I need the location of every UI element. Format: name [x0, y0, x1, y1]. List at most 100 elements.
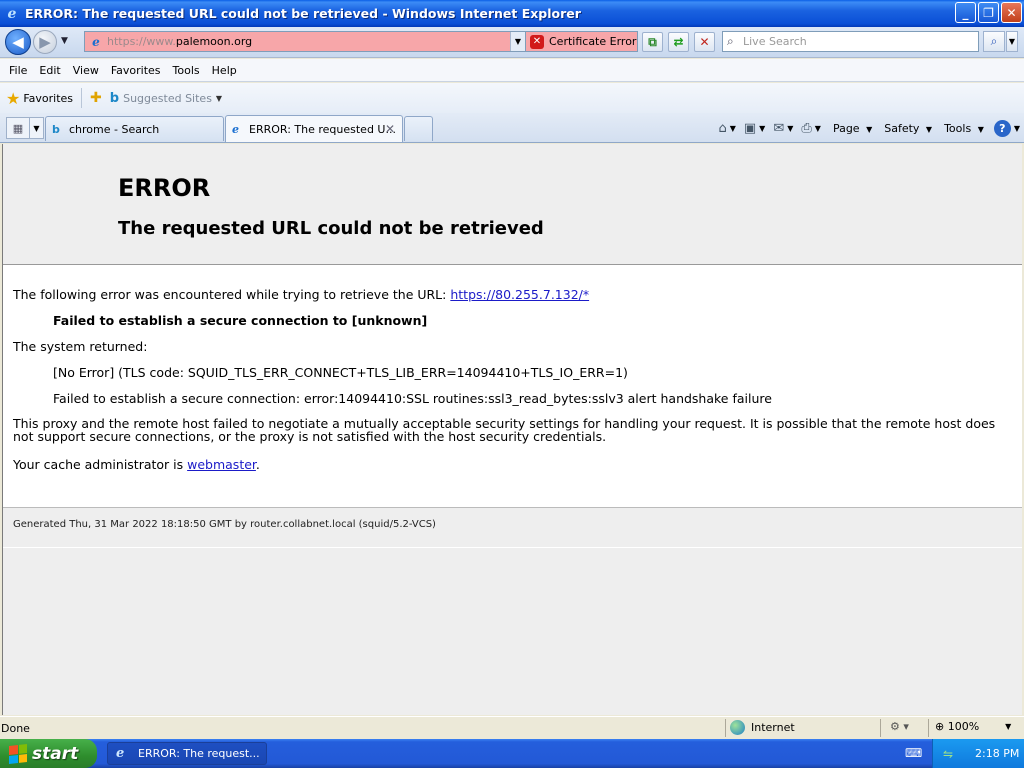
url-domain: palemoon.org [175, 35, 253, 48]
command-bar: ⌂ ▼ ▣ ▼ ✉ ▼ ⎙ ▼ Page ▼ Safety ▼ Tools ▼ ? ▼ [710, 117, 1020, 139]
safety-menu-label: Safety [884, 121, 920, 135]
keyboard-icon[interactable]: ⌨ [905, 746, 922, 760]
generated-info: Generated Thu, 31 Mar 2022 18:18:50 GMT … [13, 519, 436, 530]
feeds-icon[interactable]: ▣ [744, 121, 756, 136]
ie-page-icon: e [232, 122, 239, 136]
zoom-level: 100% [947, 720, 980, 733]
home-dropdown[interactable]: ▼ [730, 124, 736, 133]
help-dropdown[interactable]: ▼ [1014, 124, 1020, 133]
error-subtitle: The requested URL could not be retrieved [118, 218, 544, 239]
tab-error-page[interactable]: e ERROR: The requested U... ✕ [225, 115, 403, 142]
close-tab-icon[interactable]: ✕ [385, 122, 395, 136]
favorites-star-icon[interactable]: ★ [6, 89, 20, 108]
zoom-icon: ⊕ [935, 720, 948, 733]
protected-mode-icon[interactable]: ⚙ ▾ [890, 720, 909, 733]
page-content: ERROR The requested URL could not be ret… [2, 144, 1022, 715]
suggested-sites-button[interactable]: Suggested Sites [123, 92, 212, 105]
taskbar: start e ERROR: The request... ⌨ ⇋ 2:18 P… [0, 739, 1024, 768]
taskbar-window-button[interactable]: e ERROR: The request... [107, 742, 267, 765]
tab-chrome-search[interactable]: b chrome - Search [45, 116, 224, 141]
recent-pages-dropdown[interactable]: ▼ [61, 36, 68, 46]
certificate-error-label: Certificate Error [549, 35, 637, 48]
search-options-dropdown[interactable]: ▼ [1006, 31, 1018, 52]
error-url-link[interactable]: https://80.255.7.132/* [450, 287, 589, 302]
page-icon: e [92, 34, 100, 49]
certificate-error-button[interactable]: ✕ Certificate Error [526, 31, 638, 52]
ssl-error-text: Failed to establish a secure connection:… [53, 391, 772, 406]
security-zone[interactable]: Internet [730, 720, 795, 735]
page-footer: Generated Thu, 31 Mar 2022 18:18:50 GMT … [3, 507, 1022, 547]
page-menu-button[interactable]: Page ▼ [833, 122, 872, 135]
divider [928, 719, 929, 737]
internet-zone-icon [730, 720, 745, 735]
clock[interactable]: 2:18 PM [975, 747, 1019, 760]
home-icon[interactable]: ⌂ [718, 121, 726, 136]
status-text: Done [1, 721, 30, 735]
menu-file[interactable]: File [3, 64, 33, 77]
address-bar[interactable]: e https://www.palemoon.org ▼ [84, 31, 526, 52]
admin-prefix: Your cache administrator is [13, 457, 188, 472]
print-dropdown[interactable]: ▼ [815, 124, 821, 133]
stop-button[interactable]: ✕ [694, 32, 715, 52]
zoom-control[interactable]: ⊕ 100% ▼ [935, 720, 1011, 733]
admin-line: Your cache administrator is webmaster. [13, 457, 260, 472]
compatibility-view-button[interactable]: ⧉ [642, 32, 663, 52]
error-header: ERROR The requested URL could not be ret… [3, 144, 1022, 265]
bing-icon: b [109, 90, 120, 106]
feeds-dropdown[interactable]: ▼ [759, 124, 765, 133]
zone-label: Internet [751, 721, 795, 734]
menu-tools[interactable]: Tools [167, 64, 206, 77]
address-url[interactable]: https://www.palemoon.org [107, 35, 252, 48]
favorites-button[interactable]: Favorites [23, 92, 73, 105]
menu-favorites[interactable]: Favorites [105, 64, 167, 77]
safety-menu-button[interactable]: Safety ▼ [884, 122, 932, 135]
tools-menu-label: Tools [944, 121, 972, 135]
webmaster-link[interactable]: webmaster [187, 457, 256, 472]
url-scheme: https://www. [107, 35, 176, 48]
window-controls: _ ❐ ✕ [955, 2, 1022, 23]
error-intro: The following error was encountered whil… [13, 287, 589, 302]
search-button[interactable]: ⌕ [983, 31, 1005, 52]
mail-icon[interactable]: ✉ [773, 121, 784, 136]
back-button[interactable]: ◀ [5, 29, 31, 55]
print-icon[interactable]: ⎙ [801, 121, 811, 136]
divider [81, 88, 83, 108]
taskbar-window-label: ERROR: The request... [138, 747, 260, 760]
quick-tabs-button[interactable]: ▦ [6, 117, 30, 139]
search-input[interactable] [743, 35, 963, 48]
maximize-button[interactable]: ❐ [978, 2, 999, 23]
zoom-dropdown[interactable]: ▼ [1005, 722, 1011, 731]
address-dropdown-button[interactable]: ▼ [510, 32, 525, 51]
tab-list-dropdown[interactable]: ▼ [30, 117, 44, 139]
bing-icon: b [52, 122, 60, 136]
error-title: ERROR [118, 174, 211, 202]
explanation-text: This proxy and the remote host failed to… [13, 416, 996, 444]
navigation-bar: ◀ ▶ ▼ e https://www.palemoon.org ▼ ✕ Cer… [0, 27, 1024, 58]
minimize-button[interactable]: _ [955, 2, 976, 23]
new-tab-button[interactable] [404, 116, 433, 141]
network-icon[interactable]: ⇋ [943, 747, 957, 761]
start-button[interactable]: start [0, 739, 97, 768]
admin-suffix: . [255, 457, 260, 472]
tab-label: ERROR: The requested U... [249, 122, 396, 136]
windows-logo-icon [9, 743, 27, 764]
mail-dropdown[interactable]: ▼ [787, 124, 793, 133]
tools-menu-button[interactable]: Tools ▼ [944, 122, 984, 135]
refresh-button[interactable]: ⇄ [668, 32, 689, 52]
page-menu-label: Page [832, 121, 860, 135]
search-box[interactable]: ⌕ [722, 31, 979, 52]
close-button[interactable]: ✕ [1001, 2, 1022, 23]
page-background [3, 548, 1022, 715]
menu-edit[interactable]: Edit [33, 64, 66, 77]
chevron-down-icon[interactable]: ▼ [216, 94, 222, 103]
menu-help[interactable]: Help [206, 64, 243, 77]
menu-view[interactable]: View [67, 64, 105, 77]
divider [725, 719, 726, 737]
tab-label: chrome - Search [69, 122, 160, 136]
shield-error-icon: ✕ [530, 34, 544, 49]
forward-button[interactable]: ▶ [33, 30, 57, 54]
failure-title: Failed to establish a secure connection … [53, 313, 428, 328]
add-to-favorites-bar-icon[interactable]: ✚ [90, 90, 102, 106]
help-icon[interactable]: ? [993, 119, 1011, 137]
chevron-down-icon: ▼ [866, 124, 873, 134]
